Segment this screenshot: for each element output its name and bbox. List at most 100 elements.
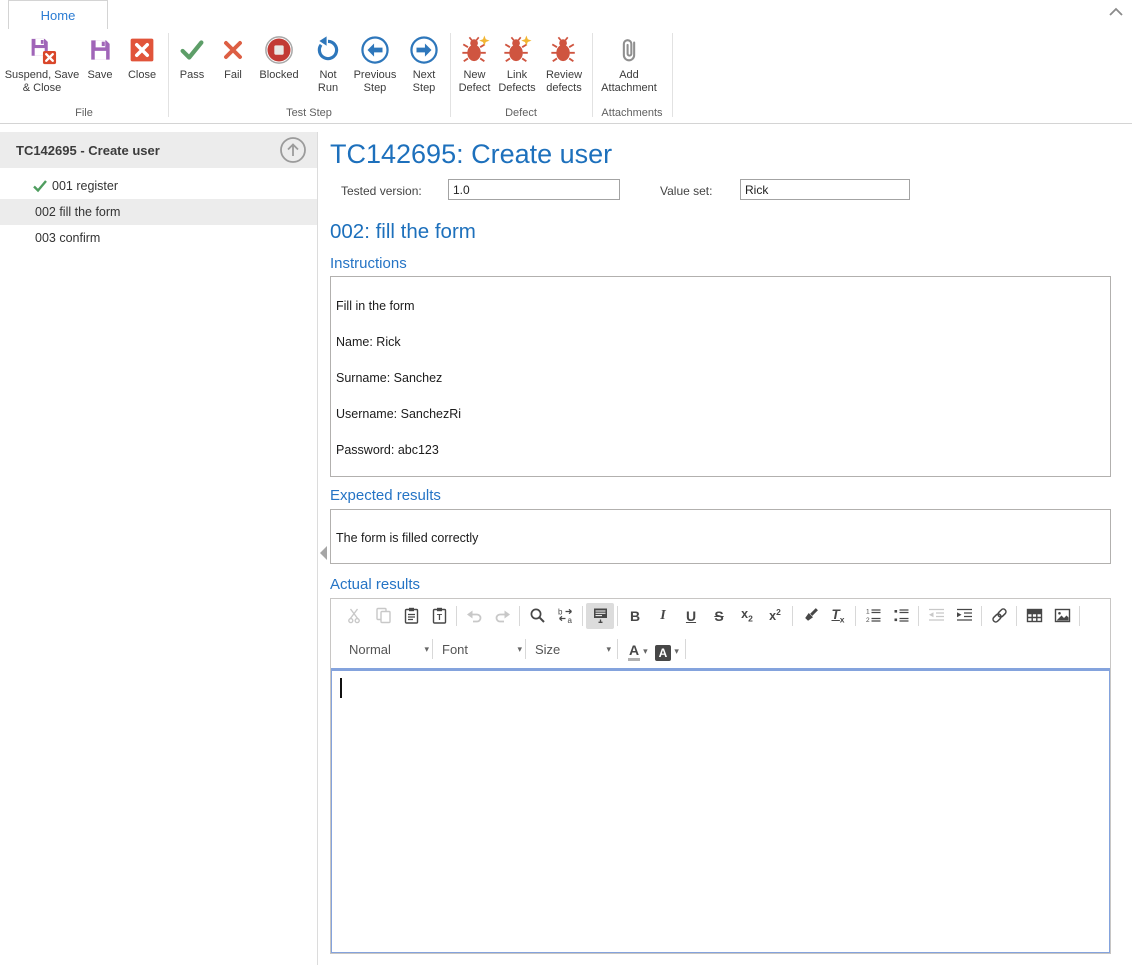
step-label: 003 confirm xyxy=(35,231,100,245)
collapse-ribbon-icon[interactable] xyxy=(1108,6,1124,18)
remove-format-button[interactable]: Tx xyxy=(824,603,852,629)
svg-text:b: b xyxy=(558,608,563,617)
close-icon xyxy=(128,33,156,67)
bold-button[interactable]: B xyxy=(621,603,649,629)
cut-button[interactable] xyxy=(341,603,369,629)
select-all-button[interactable] xyxy=(586,603,614,629)
paste-as-text-button[interactable]: T xyxy=(425,603,453,629)
group-separator xyxy=(672,33,673,117)
increase-indent-icon xyxy=(956,607,973,624)
group-label-attachments: Attachments xyxy=(592,107,672,119)
numbered-list-button[interactable]: 1 2 xyxy=(859,603,887,629)
previous-step-icon xyxy=(360,33,390,67)
decrease-indent-icon xyxy=(928,607,945,624)
subscript-icon: x2 xyxy=(741,607,753,624)
undo-button[interactable] xyxy=(460,603,488,629)
strikethrough-icon: S xyxy=(714,608,723,624)
button-label: New Defect xyxy=(452,69,497,95)
toolbar-separator xyxy=(1016,606,1017,626)
ribbon-tab-row: Home xyxy=(0,0,1132,29)
toolbar-separator xyxy=(617,606,618,626)
button-label: Pass xyxy=(180,69,204,82)
toolbar-separator xyxy=(918,606,919,626)
decrease-indent-button[interactable] xyxy=(922,603,950,629)
italic-icon: I xyxy=(660,608,665,624)
toolbar-separator xyxy=(685,639,686,659)
bulleted-list-button[interactable] xyxy=(887,603,915,629)
paperclip-icon xyxy=(614,33,644,67)
step-item-002-fill-the-form[interactable]: 002 fill the form xyxy=(0,199,317,225)
link-icon xyxy=(991,607,1008,624)
superscript-button[interactable]: x2 xyxy=(761,603,789,629)
group-label-test-step: Test Step xyxy=(168,107,450,119)
copy-button[interactable] xyxy=(369,603,397,629)
button-label: Review defects xyxy=(540,69,588,95)
instruction-line: Name: Rick xyxy=(331,324,1110,360)
insert-table-button[interactable] xyxy=(1020,603,1048,629)
step-label: 002 fill the form xyxy=(35,205,120,219)
insert-image-button[interactable] xyxy=(1048,603,1076,629)
tab-home[interactable]: Home xyxy=(8,0,108,29)
page-title: TC142695: Create user xyxy=(330,139,612,170)
instruction-line: Password: abc123 xyxy=(331,432,1110,468)
svg-text:T: T xyxy=(436,612,442,622)
italic-button[interactable]: I xyxy=(649,603,677,629)
chevron-down-icon: ▾ xyxy=(517,644,522,655)
find-button[interactable] xyxy=(523,603,551,629)
bold-icon: B xyxy=(630,608,640,624)
increase-indent-button[interactable] xyxy=(950,603,978,629)
toolbar-separator xyxy=(525,639,526,659)
toolbar-separator xyxy=(432,639,433,659)
sidebar-header: TC142695 - Create user xyxy=(0,132,317,168)
suspend-save-close-icon xyxy=(27,33,57,67)
bulleted-list-icon xyxy=(893,607,910,624)
paste-as-text-icon: T xyxy=(431,607,448,624)
save-icon xyxy=(86,33,114,67)
underline-button[interactable]: U xyxy=(677,603,705,629)
link-button[interactable] xyxy=(985,603,1013,629)
step-label: 001 register xyxy=(52,179,118,193)
step-item-003-confirm[interactable]: 003 confirm xyxy=(0,225,317,251)
format-painter-icon xyxy=(802,607,819,624)
font-value: Font xyxy=(442,642,468,657)
tested-version-input[interactable] xyxy=(448,179,620,200)
size-dropdown[interactable]: Size ▾ xyxy=(535,637,611,661)
button-label: Blocked xyxy=(259,69,298,82)
actual-results-input[interactable] xyxy=(331,668,1110,953)
background-color-button[interactable]: A ▾ xyxy=(655,637,679,661)
toolbar-separator xyxy=(1079,606,1080,626)
group-separator xyxy=(168,33,169,117)
redo-icon xyxy=(494,607,511,624)
replace-button[interactable]: b a xyxy=(551,603,579,629)
pass-icon xyxy=(177,33,207,67)
collapse-steps-panel-icon[interactable] xyxy=(279,136,307,164)
format-painter-button[interactable] xyxy=(796,603,824,629)
ribbon: Suspend, Save & Close Save Close xyxy=(0,28,1132,124)
chevron-down-icon: ▾ xyxy=(643,646,648,657)
splitter-collapse-handle[interactable] xyxy=(320,546,327,560)
tab-home-label: Home xyxy=(41,8,76,23)
step-heading: 002: fill the form xyxy=(330,220,476,244)
chevron-down-icon: ▾ xyxy=(674,646,679,657)
replace-icon: b a xyxy=(557,607,574,624)
button-label: Close xyxy=(128,69,156,82)
undo-icon xyxy=(466,607,483,624)
subscript-button[interactable]: x2 xyxy=(733,603,761,629)
copy-icon xyxy=(375,607,392,624)
instruction-line: Username: SanchezRi xyxy=(331,396,1110,432)
paragraph-format-dropdown[interactable]: Normal ▾ xyxy=(349,637,429,661)
strikethrough-button[interactable]: S xyxy=(705,603,733,629)
chevron-down-icon: ▾ xyxy=(424,644,429,655)
value-set-input[interactable] xyxy=(740,179,910,200)
font-dropdown[interactable]: Font ▾ xyxy=(442,637,522,661)
step-item-001-register[interactable]: 001 register xyxy=(0,173,317,199)
text-color-button[interactable]: A ▾ xyxy=(628,637,648,661)
button-label: Previous Step xyxy=(346,69,404,95)
redo-button[interactable] xyxy=(488,603,516,629)
fail-icon xyxy=(219,33,247,67)
steps-sidebar: TC142695 - Create user 001 register 002 … xyxy=(0,132,318,965)
paste-button[interactable] xyxy=(397,603,425,629)
test-runner-window: Home Suspend, Save & Cl xyxy=(0,0,1132,965)
remove-format-icon: Tx xyxy=(832,607,845,625)
search-icon xyxy=(529,607,546,624)
